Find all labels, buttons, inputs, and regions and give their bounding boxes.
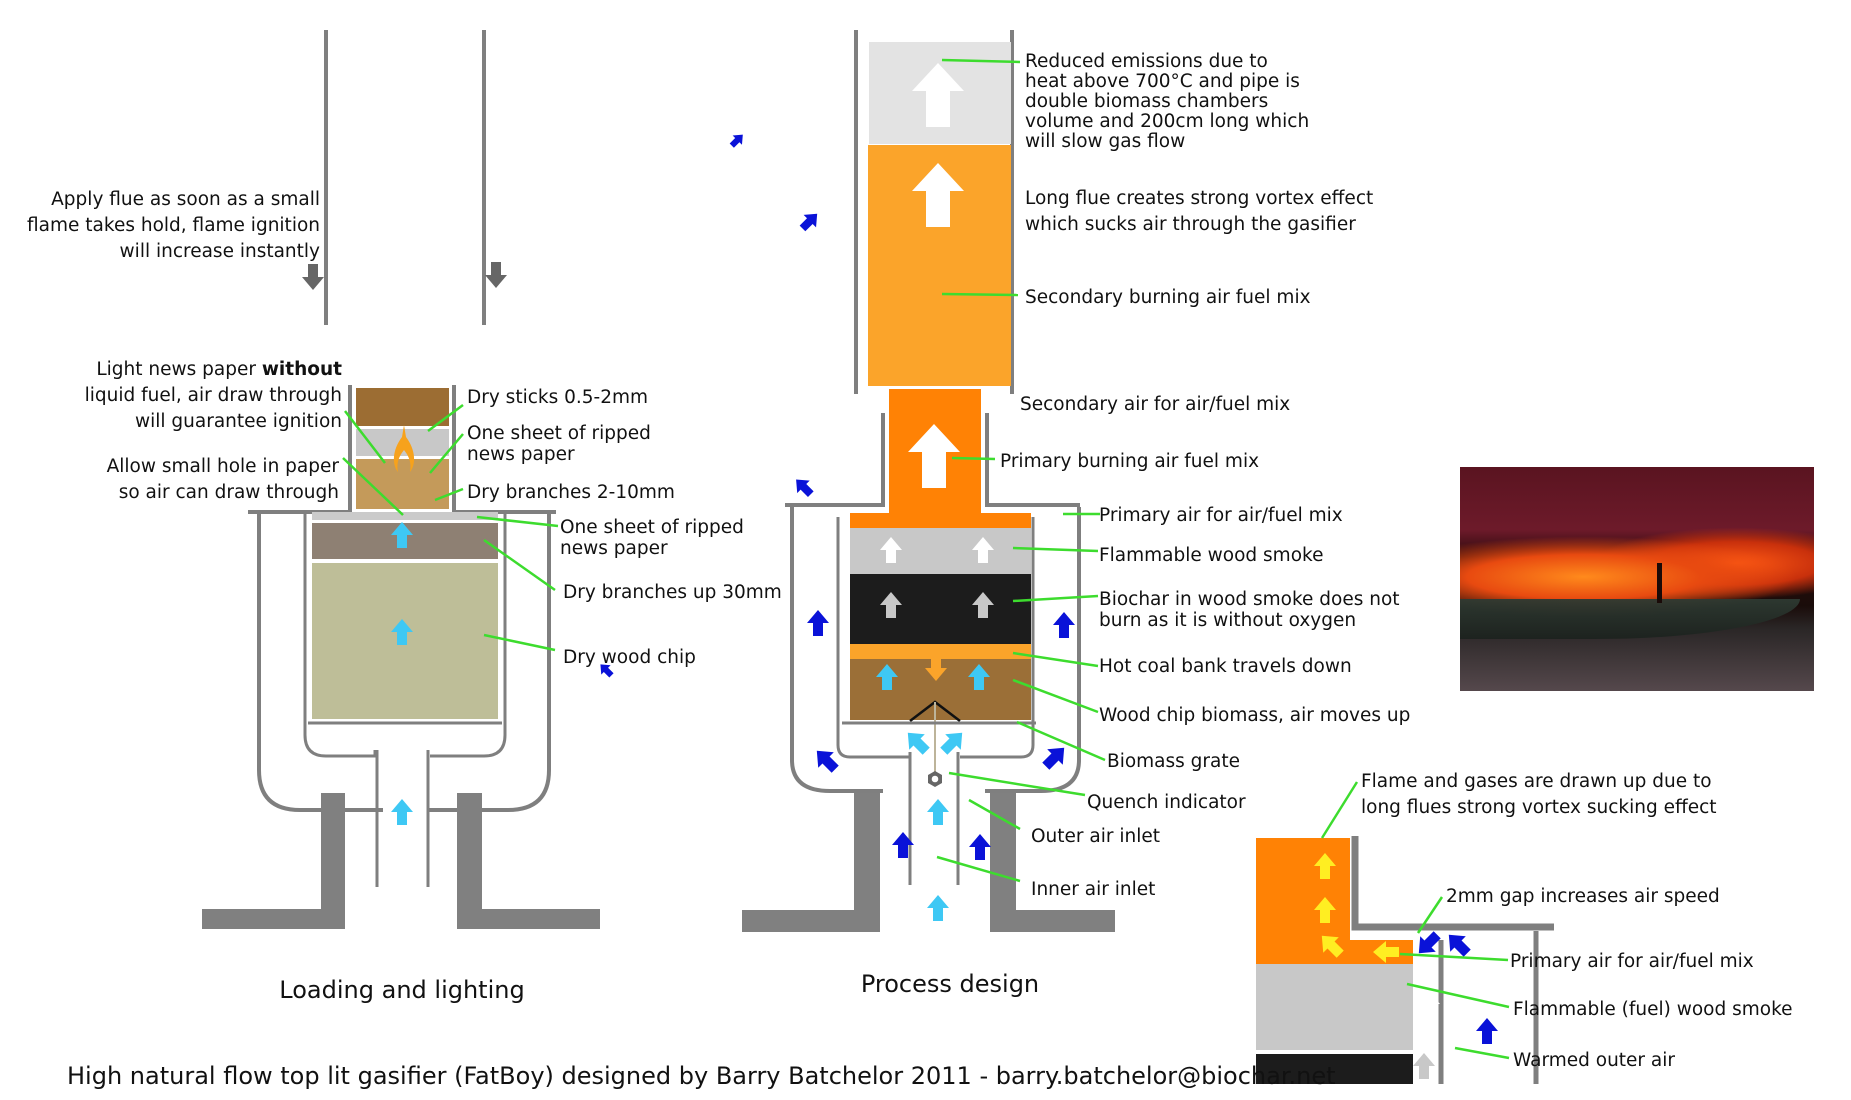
light-paper-label: Light news paper without liquid fuel, ai…	[85, 359, 343, 432]
secondary-air-arrow-icon	[789, 473, 818, 501]
label-line: One sheet of ripped	[560, 517, 744, 538]
photo-crack	[1657, 563, 1662, 603]
detail-primary-air-label: Primary air for air/fuel mix	[1510, 951, 1754, 972]
outer-air-arrow-icon	[1053, 612, 1075, 638]
reduced-emissions-label: Reduced emissions due to heat above 700°…	[1025, 51, 1309, 152]
quench-indicator-label: Quench indicator	[1087, 792, 1246, 813]
detail-smoke-zone	[1256, 964, 1413, 1050]
label-line: will guarantee ignition	[135, 411, 342, 432]
label-line: liquid fuel, air draw through	[85, 385, 342, 406]
label-line: heat above 700°C and pipe is	[1025, 71, 1300, 92]
primary-air-label: Primary air for air/fuel mix	[1099, 505, 1343, 526]
smoke-up-arrow-icon	[1418, 991, 1440, 1017]
ripped-paper-top-label: One sheet of ripped news paper	[467, 423, 651, 465]
air-diag-arrow-icon	[936, 725, 970, 759]
label-line: Flame and gases are drawn up due to	[1361, 771, 1712, 792]
inner-air-inlet-label: Inner air inlet	[1031, 879, 1155, 900]
label-line: Biochar in wood smoke does not	[1099, 589, 1400, 610]
label-line: Apply flue as soon as a small	[51, 189, 320, 210]
label-line: which sucks air through the gasifier	[1025, 214, 1356, 235]
detail-diagram: Flame and gases are drawn up due to long…	[1256, 771, 1793, 1084]
diagram-title: High natural flow top lit gasifier (FatB…	[67, 1062, 1336, 1090]
base-leg-left	[202, 793, 345, 929]
detail-flammable-smoke-label: Flammable (fuel) wood smoke	[1513, 999, 1793, 1020]
char-up-arrow-icon	[1413, 1053, 1435, 1079]
air-up-arrow-icon	[927, 895, 949, 921]
flame-photo	[1460, 467, 1814, 691]
label-line: double biomass chambers	[1025, 91, 1268, 112]
label-line: Reduced emissions due to	[1025, 51, 1268, 72]
label-line: volume and 200cm long which	[1025, 111, 1309, 132]
secondary-air-arrow-icon	[796, 207, 824, 235]
warmed-air-label: Warmed outer air	[1513, 1050, 1675, 1071]
leader-detail-primary-air	[1399, 952, 1509, 962]
hot-coal-label: Hot coal bank travels down	[1099, 656, 1352, 677]
leader-flame-gases	[1320, 781, 1359, 839]
dry-branches-small-label: Dry branches 2-10mm	[467, 482, 675, 503]
ripped-paper-bottom-layer	[312, 512, 498, 520]
label-line: will slow gas flow	[1025, 131, 1185, 152]
label-text: Light news paper	[96, 359, 262, 380]
long-flue-label: Long flue creates strong vortex effect w…	[1025, 188, 1373, 235]
photo-background	[1460, 467, 1814, 691]
biochar-label: Biochar in wood smoke does not burn as i…	[1099, 589, 1400, 631]
air-up-arrow-icon	[391, 799, 413, 825]
label-line: so air can draw through	[119, 482, 339, 503]
flue-down-arrow-icon	[485, 262, 507, 288]
label-line: flame takes hold, flame ignition	[27, 215, 320, 236]
label-line: news paper	[467, 444, 575, 465]
secondary-burning-label: Secondary burning air fuel mix	[1025, 287, 1311, 308]
label-line: One sheet of ripped	[467, 423, 651, 444]
process-base-left	[742, 793, 880, 932]
primary-burn-zone	[850, 513, 1031, 528]
air-up-arrow-icon	[927, 799, 949, 825]
outer-air-arrow-icon	[1038, 740, 1072, 774]
loading-caption: Loading and lighting	[279, 976, 524, 1004]
label-line: will increase instantly	[120, 241, 320, 262]
primary-burning-label: Primary burning air fuel mix	[1000, 451, 1259, 472]
leader-warmed-air	[1454, 1046, 1510, 1060]
outer-air-arrow-icon	[969, 834, 991, 860]
flammable-smoke-label: Flammable wood smoke	[1099, 545, 1323, 566]
label-line: burn as it is without oxygen	[1099, 610, 1356, 631]
warmed-air-arrow-icon	[1476, 1018, 1498, 1044]
ripped-paper-bottom-label: One sheet of ripped news paper	[560, 517, 744, 559]
dry-wood-chip-label: Dry wood chip	[563, 647, 696, 668]
biomass-grate-label: Biomass grate	[1107, 751, 1240, 772]
leader-secondary-burning	[941, 292, 1019, 297]
label-emphasis: without	[262, 359, 342, 380]
detail-neck-wall	[1351, 836, 1554, 931]
label-line: Light news paper without	[96, 359, 342, 380]
wood-chip-biomass-label: Wood chip biomass, air moves up	[1099, 705, 1410, 726]
secondary-air-label: Secondary air for air/fuel mix	[1020, 394, 1290, 415]
label-line: news paper	[560, 538, 668, 559]
apply-flue-label: Apply flue as soon as a small flame take…	[27, 189, 320, 262]
quench-nut-hole	[931, 775, 939, 783]
smoke-zone	[850, 528, 1031, 574]
primary-air-arrow-icon	[727, 129, 748, 151]
process-base-right	[990, 793, 1115, 932]
outer-air-arrow-icon	[807, 610, 829, 636]
flame-gases-label: Flame and gases are drawn up due to long…	[1361, 771, 1717, 818]
label-line: Allow small hole in paper	[107, 456, 340, 477]
outer-air-inlet-label: Outer air inlet	[1031, 826, 1160, 847]
dry-branches-large-label: Dry branches up 30mm	[563, 582, 782, 603]
small-hole-label: Allow small hole in paper so air can dra…	[107, 456, 340, 503]
gap-label: 2mm gap increases air speed	[1446, 886, 1720, 907]
label-line: Long flue creates strong vortex effect	[1025, 188, 1373, 209]
dry-sticks-layer	[356, 388, 449, 426]
flue-down-arrow-icon	[302, 264, 324, 290]
base-leg-right	[457, 793, 600, 929]
process-neck-left	[785, 413, 885, 507]
process-caption: Process design	[861, 970, 1039, 998]
leader-primary-burning	[951, 456, 996, 461]
loading-diagram: Apply flue as soon as a small flame take…	[27, 30, 782, 1004]
air-diag-arrow-icon	[900, 725, 934, 759]
dry-sticks-label: Dry sticks 0.5-2mm	[467, 387, 648, 408]
biochar-zone	[850, 574, 1031, 644]
label-line: long flues strong vortex sucking effect	[1361, 797, 1717, 818]
